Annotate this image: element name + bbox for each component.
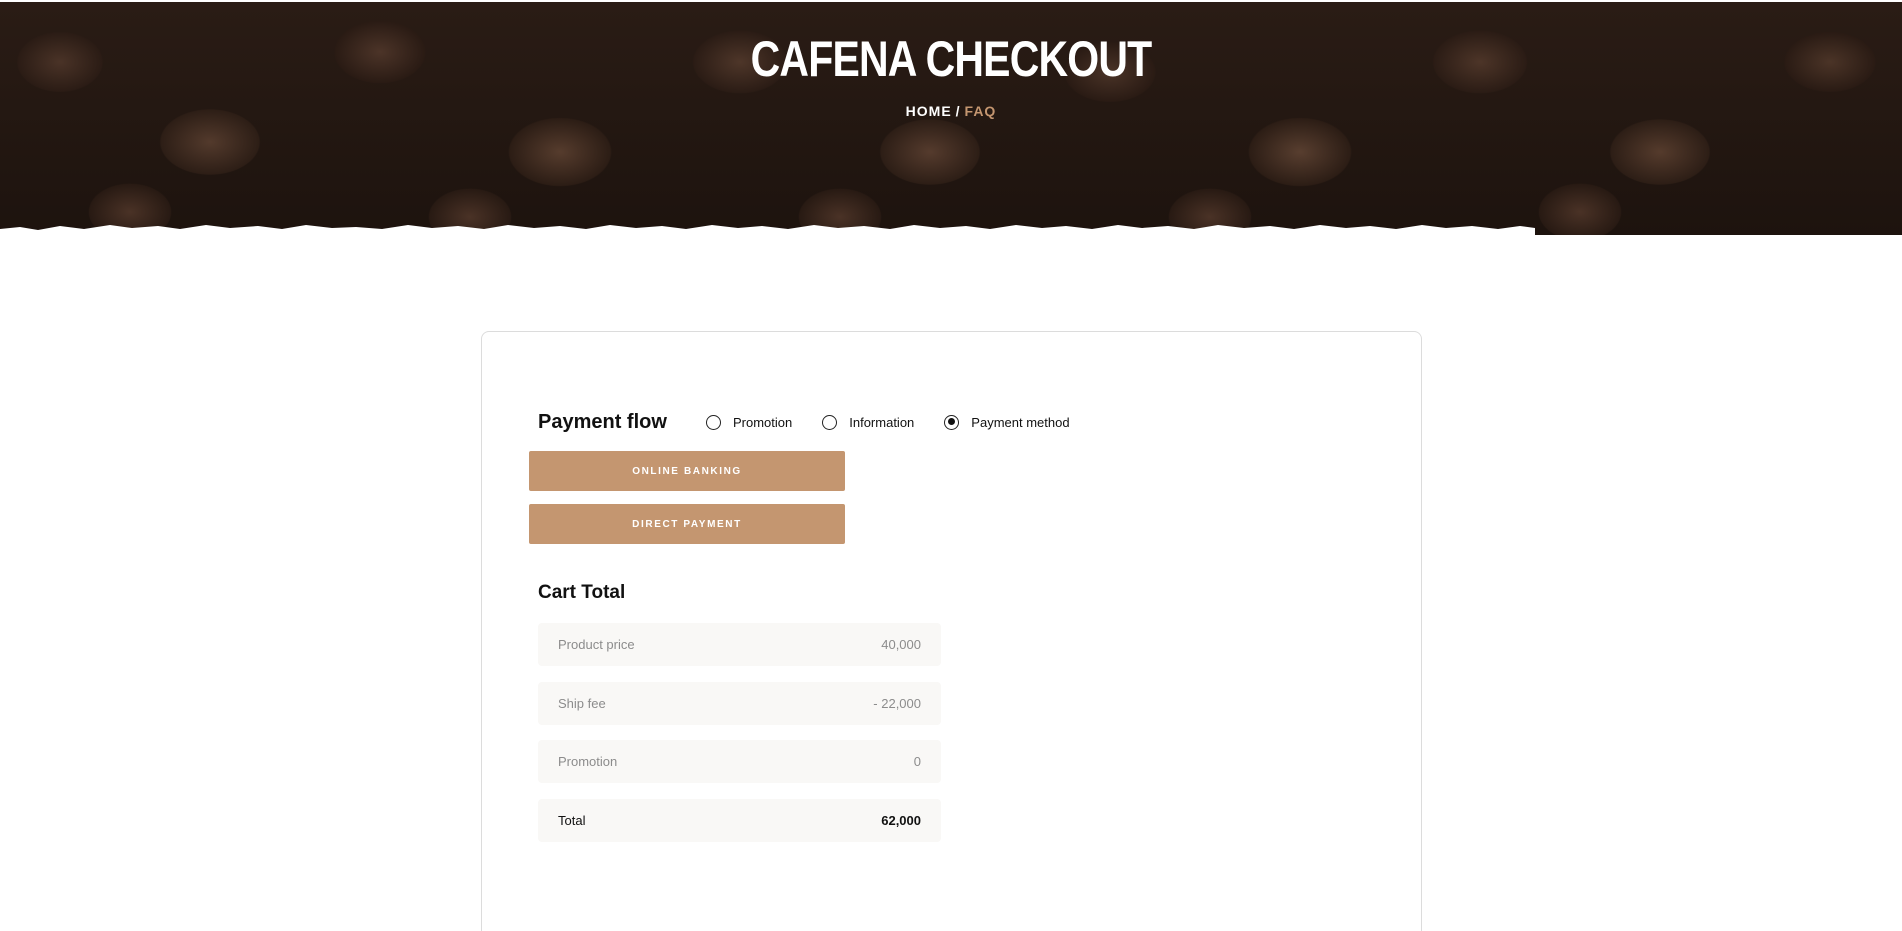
direct-payment-button[interactable]: DIRECT PAYMENT bbox=[529, 504, 845, 544]
cart-total-title: Cart Total bbox=[538, 582, 626, 603]
radio-payment-method[interactable]: Payment method bbox=[944, 414, 1070, 430]
breadcrumb: HOME / FAQ bbox=[0, 103, 1902, 119]
cart-row-label: Promotion bbox=[558, 754, 618, 769]
radio-label: Information bbox=[849, 414, 915, 430]
cart-row-total: Total 62,000 bbox=[538, 799, 941, 842]
torn-paper-edge bbox=[0, 225, 1535, 235]
radio-circle-icon[interactable] bbox=[822, 414, 838, 430]
cart-row-product-price: Product price 40,000 bbox=[538, 623, 941, 666]
payment-flow-title: Payment flow bbox=[538, 410, 667, 433]
cart-row-ship-fee: Ship fee - 22,000 bbox=[538, 682, 941, 725]
hero-banner: CAFENA CHECKOUT HOME / FAQ bbox=[0, 2, 1902, 235]
cart-row-promotion: Promotion 0 bbox=[538, 740, 941, 783]
cart-row-label: Product price bbox=[558, 637, 635, 652]
radio-circle-icon[interactable] bbox=[706, 414, 721, 430]
cart-row-label: Total bbox=[558, 813, 586, 828]
cart-row-value: 0 bbox=[913, 754, 921, 769]
breadcrumb-separator: / bbox=[955, 103, 961, 119]
radio-information[interactable]: Information bbox=[822, 414, 915, 430]
cart-row-value: 40,000 bbox=[881, 637, 921, 652]
radio-label: Payment method bbox=[971, 414, 1070, 430]
cart-row-value: - 22,000 bbox=[873, 696, 921, 711]
radio-label: Promotion bbox=[733, 414, 793, 430]
radio-checked-icon[interactable] bbox=[944, 414, 960, 430]
payment-flow-row: Payment flow Promotion Information Payme… bbox=[538, 409, 1100, 435]
cart-row-value: 62,000 bbox=[881, 813, 921, 828]
cart-row-label: Ship fee bbox=[558, 696, 606, 711]
radio-promotion[interactable]: Promotion bbox=[706, 414, 793, 430]
breadcrumb-home-link[interactable]: HOME bbox=[906, 103, 952, 119]
online-banking-button[interactable]: ONLINE BANKING bbox=[529, 451, 845, 491]
breadcrumb-current: FAQ bbox=[964, 103, 997, 119]
page-title: CAFENA CHECKOUT bbox=[750, 31, 1153, 87]
